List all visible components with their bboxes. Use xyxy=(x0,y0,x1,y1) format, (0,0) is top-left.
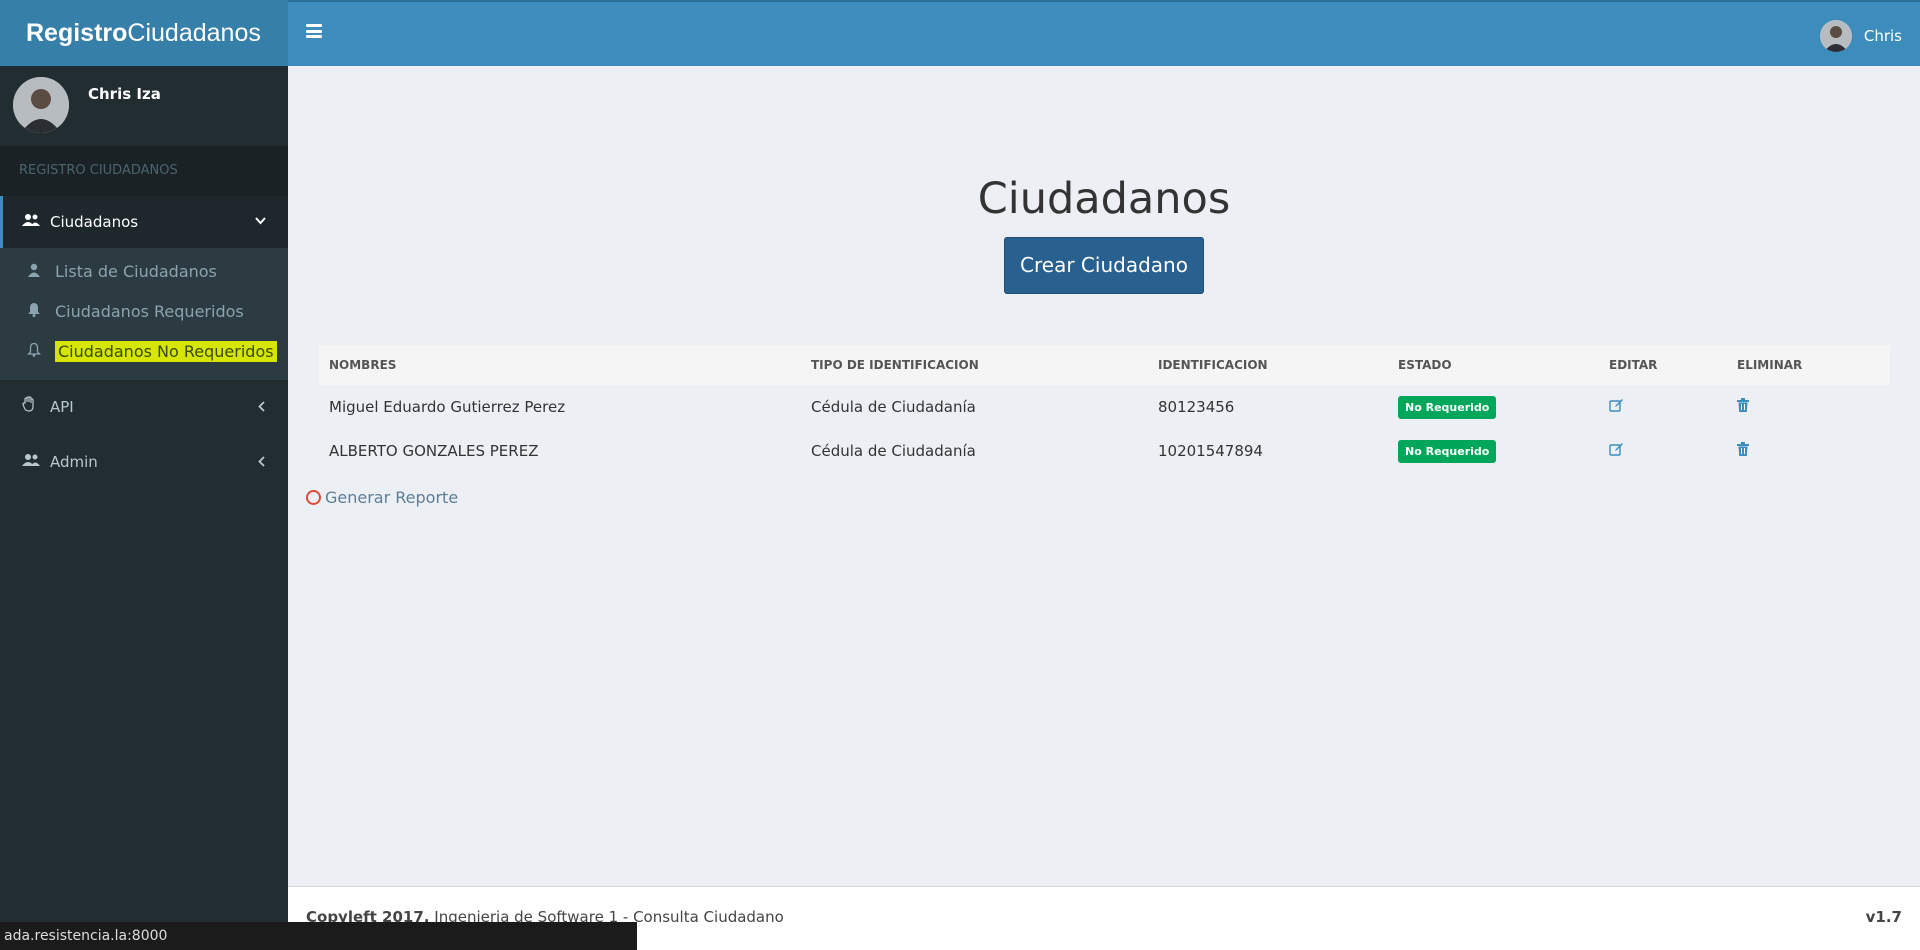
table-row: ALBERTO GONZALES PEREZ Cédula de Ciudada… xyxy=(319,429,1890,473)
column-header: NOMBRES xyxy=(319,345,801,385)
ciudadanos-table: NOMBRES TIPO DE IDENTIFICACION IDENTIFIC… xyxy=(319,345,1890,473)
sidebar: Chris Iza REGISTRO CIUDADANOS Ciudadanos… xyxy=(0,66,288,950)
edit-icon[interactable] xyxy=(1609,398,1624,416)
column-header: EDITAR xyxy=(1599,345,1727,385)
column-header: IDENTIFICACION xyxy=(1148,345,1388,385)
sidebar-item-lista-ciudadanos[interactable]: Lista de Ciudadanos xyxy=(0,252,288,292)
trash-icon[interactable] xyxy=(1737,398,1749,416)
column-header: ESTADO xyxy=(1388,345,1599,385)
user-icon xyxy=(26,252,42,292)
bell-outline-icon xyxy=(26,332,42,372)
create-ciudadano-button[interactable]: Crear Ciudadano xyxy=(1004,237,1204,294)
avatar xyxy=(13,77,69,133)
browser-status-bar: ada.resistencia.la:8000 xyxy=(0,922,637,950)
sidebar-item-label: API xyxy=(50,398,74,416)
hand-icon xyxy=(22,380,38,435)
page-title: Ciudadanos xyxy=(977,174,1231,224)
users-icon xyxy=(22,196,40,248)
sidebar-item-ciudadanos[interactable]: Ciudadanos xyxy=(0,196,288,248)
cell-nombres: Miguel Eduardo Gutierrez Perez xyxy=(329,398,566,416)
sidebar-item-label: Ciudadanos xyxy=(50,213,139,231)
cell-tipo: Cédula de Ciudadanía xyxy=(811,398,976,416)
table-row: Miguel Eduardo Gutierrez Perez Cédula de… xyxy=(319,385,1890,429)
cell-identificacion: 10201547894 xyxy=(1158,442,1263,460)
table-header-row: NOMBRES TIPO DE IDENTIFICACION IDENTIFIC… xyxy=(319,345,1890,385)
sidebar-item-ciudadanos-requeridos[interactable]: Ciudadanos Requeridos xyxy=(0,292,288,332)
main-content: Ciudadanos Crear Ciudadano NOMBRES TIPO … xyxy=(288,66,1920,886)
sidebar-item-label: Lista de Ciudadanos xyxy=(55,262,217,281)
top-navbar: Chris xyxy=(288,0,1920,66)
cell-tipo: Cédula de Ciudadanía xyxy=(811,442,976,460)
sidebar-section-header: REGISTRO CIUDADANOS xyxy=(0,146,288,196)
sidebar-item-label: Ciudadanos No Requeridos xyxy=(55,341,277,362)
avatar xyxy=(1819,20,1852,52)
sidebar-item-admin[interactable]: Admin xyxy=(0,435,288,490)
sidebar-item-api[interactable]: API xyxy=(0,380,288,435)
chevron-down-icon xyxy=(255,196,266,248)
app-logo[interactable]: RegistroCiudadanos xyxy=(0,0,288,66)
users-icon xyxy=(22,435,40,490)
chevron-left-icon xyxy=(258,380,266,435)
bell-icon xyxy=(26,292,42,332)
cell-nombres: ALBERTO GONZALES PEREZ xyxy=(329,442,539,460)
sidebar-submenu: Lista de Ciudadanos Ciudadanos Requerido… xyxy=(0,248,288,380)
column-header: TIPO DE IDENTIFICACION xyxy=(801,345,1148,385)
user-name: Chris xyxy=(1863,27,1902,45)
edit-icon[interactable] xyxy=(1609,442,1624,460)
menu-toggle-icon[interactable] xyxy=(306,24,322,38)
user-panel: Chris Iza xyxy=(0,66,288,146)
sidebar-item-label: Admin xyxy=(50,453,98,471)
user-full-name: Chris Iza xyxy=(88,85,161,103)
sidebar-item-label: Ciudadanos Requeridos xyxy=(55,302,244,321)
chevron-left-icon xyxy=(258,435,266,490)
report-link-label: Generar Reporte xyxy=(325,488,459,507)
circle-icon xyxy=(306,490,321,505)
user-menu[interactable]: Chris xyxy=(1819,20,1902,52)
generar-reporte-link[interactable]: Generar Reporte xyxy=(306,488,458,507)
cell-identificacion: 80123456 xyxy=(1158,398,1235,416)
status-badge: No Requerido xyxy=(1398,439,1497,463)
column-header: ELIMINAR xyxy=(1727,345,1890,385)
trash-icon[interactable] xyxy=(1737,442,1749,460)
status-badge: No Requerido xyxy=(1398,395,1497,419)
version-label: v1.7 xyxy=(1865,908,1902,926)
sidebar-item-ciudadanos-no-requeridos[interactable]: Ciudadanos No Requeridos xyxy=(0,332,288,372)
